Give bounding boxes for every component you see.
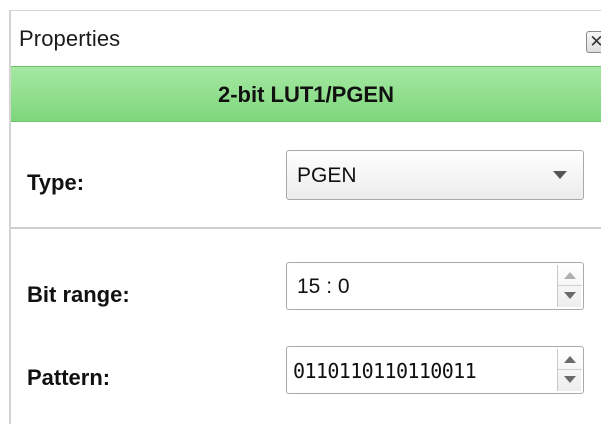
bit-range-value[interactable]: 15 : 0 xyxy=(297,275,350,299)
lut-header-bar: 2-bit LUT1/PGEN xyxy=(11,66,601,122)
close-button[interactable]: ✕ xyxy=(586,31,601,53)
type-dropdown-value: PGEN xyxy=(297,164,357,187)
chevron-up-icon xyxy=(564,272,576,279)
bit-range-increment-button[interactable] xyxy=(558,265,582,286)
chevron-down-icon xyxy=(564,376,576,383)
bit-range-label: Bit range: xyxy=(27,282,130,307)
lut-header-title: 2-bit LUT1/PGEN xyxy=(217,82,394,107)
bit-range-stepper xyxy=(557,265,582,307)
type-label: Type: xyxy=(27,170,85,195)
pattern-label: Pattern: xyxy=(27,365,111,390)
chevron-up-icon xyxy=(564,356,576,363)
pattern-increment-button[interactable] xyxy=(558,349,582,370)
panel-titlebar: Properties ✕ xyxy=(11,10,601,66)
chevron-down-icon xyxy=(564,292,576,299)
properties-panel: Properties ✕ 2-bit LUT1/PGEN Type: PGEN … xyxy=(0,0,601,424)
pattern-decrement-button[interactable] xyxy=(558,370,582,391)
pattern-spinbox[interactable]: 0110110110110011 xyxy=(286,346,584,394)
pattern-value[interactable]: 0110110110110011 xyxy=(293,359,477,383)
close-icon: ✕ xyxy=(589,32,601,51)
type-dropdown[interactable]: PGEN xyxy=(286,150,584,200)
pattern-stepper xyxy=(557,349,582,391)
panel-title: Properties xyxy=(19,26,121,51)
range-section xyxy=(11,229,601,424)
bit-range-spinbox[interactable]: 15 : 0 xyxy=(286,262,584,310)
chevron-down-icon xyxy=(553,171,567,179)
bit-range-decrement-button[interactable] xyxy=(558,286,582,307)
